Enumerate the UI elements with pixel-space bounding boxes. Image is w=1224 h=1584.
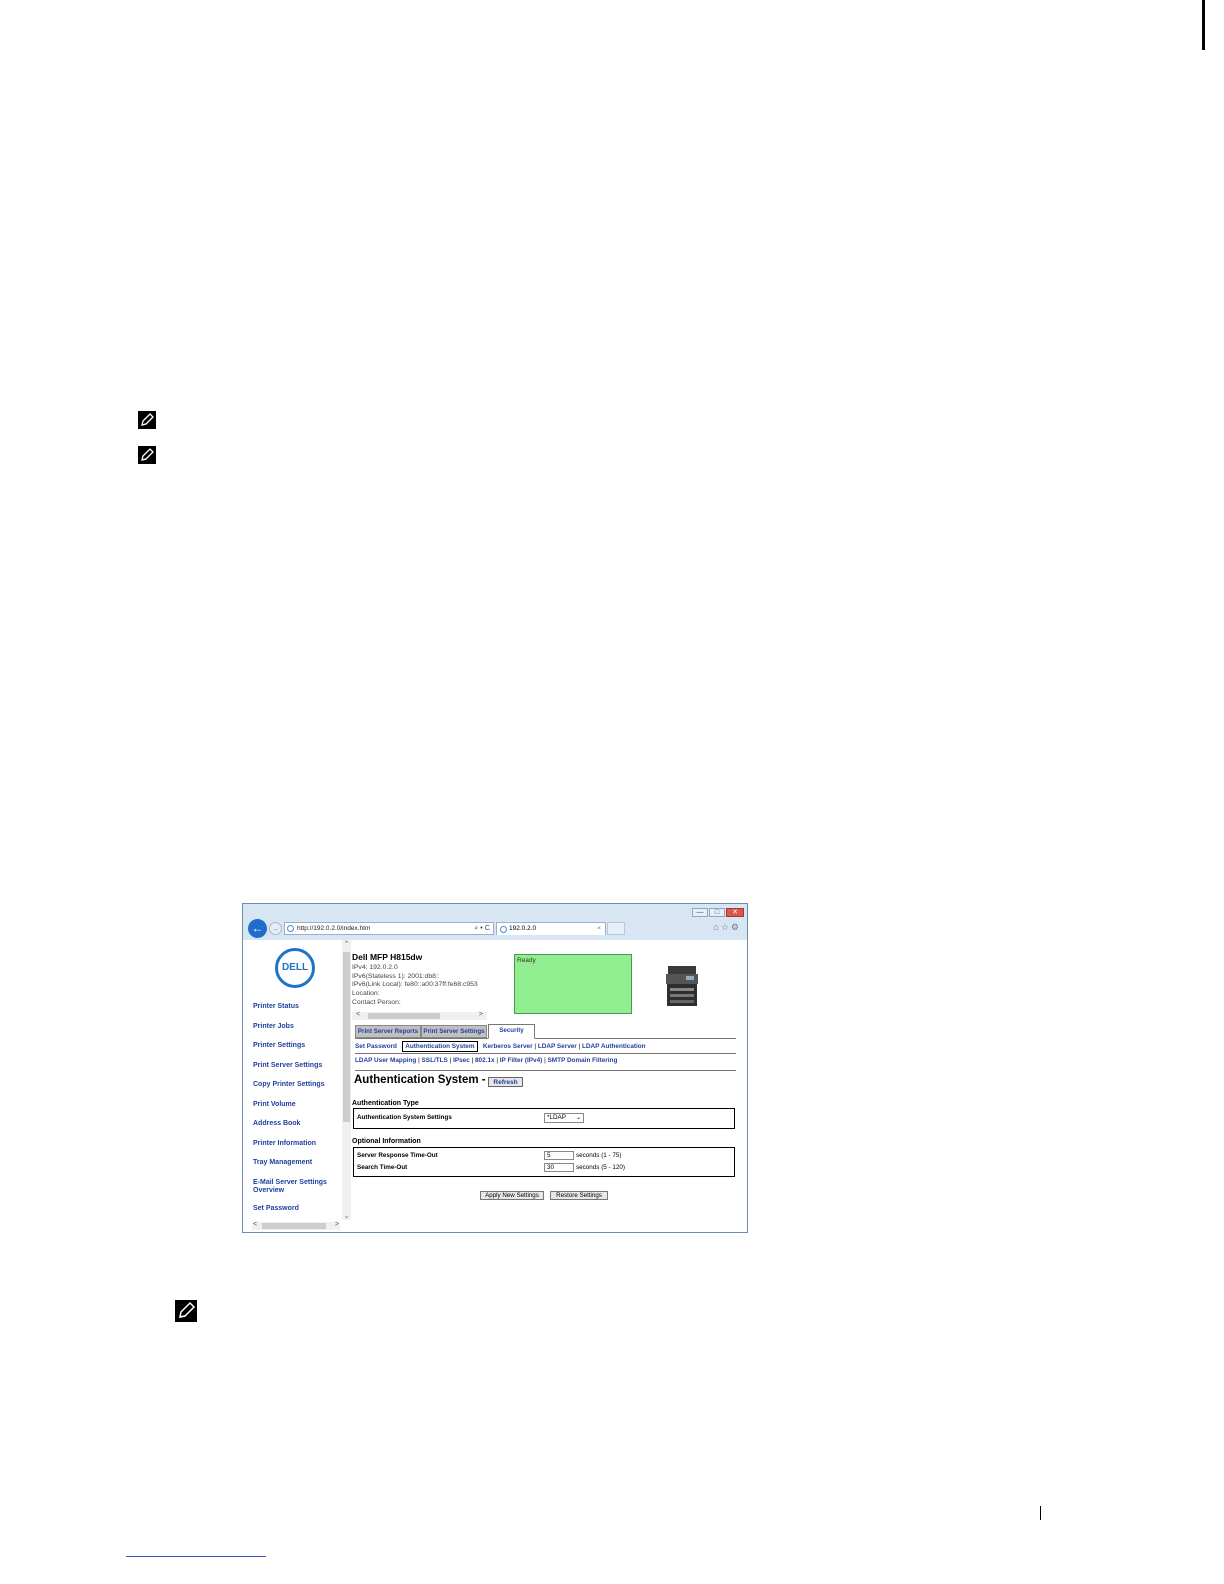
auth-type-box: Authentication System Settings *LDAP ⌄ [353, 1108, 735, 1129]
nav-item-copy-printer-settings[interactable]: Copy Printer Settings [253, 1081, 343, 1089]
chevron-left-icon[interactable]: < [356, 1011, 360, 1018]
nav-vertical-scrollbar[interactable]: ⌃ ⌄ [342, 940, 351, 1220]
link-802-1x[interactable]: 802.1x [475, 1057, 495, 1064]
tab-close-icon[interactable]: × [597, 923, 601, 935]
chevron-right-icon[interactable]: > [335, 1221, 339, 1228]
security-links-row-1: Set Password Authentication System Kerbe… [355, 1041, 646, 1052]
nav-item-printer-jobs[interactable]: Printer Jobs [253, 1023, 343, 1031]
nav-list: Printer Status Printer Jobs Printer Sett… [253, 1003, 343, 1224]
nav-horizontal-scrollbar[interactable]: < > [252, 1221, 340, 1230]
auth-system-select[interactable]: *LDAP ⌄ [544, 1113, 584, 1123]
link-ipsec[interactable]: IPsec [453, 1057, 470, 1064]
nav-item-set-password[interactable]: Set Password [253, 1205, 343, 1213]
address-url: http://192.0.2.0/index.htm [297, 925, 371, 932]
tab-security[interactable]: Security [488, 1024, 535, 1039]
ipv6-link-local-address: IPv6(Link Local): fe80::a00:37ff:fe68:c9… [352, 981, 478, 989]
settings-tabs: Print Server Reports Print Server Settin… [355, 1024, 736, 1039]
auth-system-value: *LDAP [547, 1114, 566, 1121]
back-arrow-icon[interactable]: ← [248, 919, 267, 938]
browser-tab[interactable]: 192.0.2.0 × [496, 922, 606, 935]
forward-arrow-icon[interactable]: → [269, 922, 282, 935]
ipv6-stateless-address: IPv6(Stateless 1): 2001:db8:: [352, 972, 440, 980]
left-navigation: DELL Printer Status Printer Jobs Printer… [243, 940, 351, 1232]
server-timeout-label: Server Response Time-Out [357, 1152, 438, 1159]
link-ldap-authentication[interactable]: LDAP Authentication [582, 1043, 646, 1050]
refresh-button[interactable]: Refresh [488, 1077, 523, 1087]
browser-titlebar: — □ ✕ ← → http://192.0.2.0/index.htm ⌕ ▾… [243, 904, 747, 940]
link-smtp-domain-filtering[interactable]: SMTP Domain Filtering [548, 1057, 618, 1064]
nav-item-tray-management[interactable]: Tray Management [253, 1159, 343, 1167]
nav-item-address-book[interactable]: Address Book [253, 1120, 343, 1128]
tab-label: 192.0.2.0 [509, 925, 537, 932]
chevron-left-icon[interactable]: < [253, 1221, 257, 1228]
divider [355, 1070, 736, 1071]
tab-print-server-settings[interactable]: Print Server Settings [421, 1025, 487, 1038]
note-pencil-icon [175, 1300, 197, 1322]
search-timeout-input[interactable]: 30 [544, 1163, 574, 1172]
browser-screenshot: — □ ✕ ← → http://192.0.2.0/index.htm ⌕ ▾… [242, 903, 748, 1233]
minimize-button[interactable]: — [692, 908, 708, 917]
server-timeout-input[interactable]: 5 [544, 1151, 574, 1160]
chevron-up-icon[interactable]: ⌃ [342, 940, 351, 948]
note-pencil-icon [138, 411, 156, 429]
top-right-edge-bar [1202, 0, 1205, 50]
restore-settings-button[interactable]: Restore Settings [550, 1191, 608, 1200]
address-bar[interactable]: http://192.0.2.0/index.htm ⌕ ▾ C [284, 922, 494, 935]
auth-settings-label: Authentication System Settings [357, 1114, 452, 1121]
ie-page-icon [287, 925, 294, 932]
link-ip-filter-ipv4[interactable]: IP Filter (IPv4) [500, 1057, 543, 1064]
apply-new-settings-button[interactable]: Apply New Settings [480, 1191, 544, 1200]
link-authentication-system[interactable]: Authentication System [402, 1041, 478, 1052]
close-window-button[interactable]: ✕ [726, 908, 744, 917]
search-timeout-unit: seconds (5 - 120) [576, 1164, 626, 1171]
nav-item-printer-status[interactable]: Printer Status [253, 1003, 343, 1011]
device-contact: Contact Person: [352, 998, 401, 1006]
ie-page-icon [500, 926, 507, 933]
page-number-divider [1040, 1506, 1041, 1520]
chevron-down-icon[interactable]: ⌄ [342, 1212, 351, 1220]
link-ldap-user-mapping[interactable]: LDAP User Mapping [355, 1057, 416, 1064]
optional-info-title: Optional Information [352, 1138, 421, 1145]
main-content: Dell MFP H815dw IPv4: 192.0.2.0 IPv6(Sta… [352, 940, 747, 1232]
device-name: Dell MFP H815dw [352, 952, 423, 962]
device-location: Location: [352, 990, 380, 998]
chevron-right-icon[interactable]: > [479, 1011, 483, 1018]
info-horizontal-scrollbar[interactable]: < > [352, 1011, 487, 1020]
note-pencil-icon [138, 446, 156, 464]
dell-logo: DELL [275, 948, 315, 988]
nav-item-print-server-settings[interactable]: Print Server Settings [253, 1062, 343, 1070]
nav-item-print-volume[interactable]: Print Volume [253, 1101, 343, 1109]
link-ssl-tls[interactable]: SSL/TLS [422, 1057, 448, 1064]
server-timeout-unit: seconds (1 - 75) [576, 1152, 622, 1159]
scroll-thumb[interactable] [343, 952, 350, 1122]
security-links-row-2: LDAP User Mapping | SSL/TLS | IPsec | 80… [355, 1057, 618, 1064]
nav-item-printer-information[interactable]: Printer Information [253, 1140, 343, 1148]
nav-item-printer-settings[interactable]: Printer Settings [253, 1042, 343, 1050]
optional-info-box: Server Response Time-Out 5 seconds (1 - … [353, 1147, 735, 1177]
page-title: Authentication System - [354, 1074, 486, 1086]
link-kerberos-server[interactable]: Kerberos Server [483, 1043, 533, 1050]
link-set-password[interactable]: Set Password [355, 1043, 397, 1050]
device-info: IPv4: 192.0.2.0 IPv6(Stateless 1): 2001:… [352, 964, 478, 1008]
printer-image-icon [664, 964, 700, 1008]
tab-print-server-reports[interactable]: Print Server Reports [355, 1025, 421, 1038]
maximize-button[interactable]: □ [709, 908, 725, 917]
scroll-thumb[interactable] [368, 1013, 440, 1019]
search-timeout-label: Search Time-Out [357, 1164, 408, 1171]
link-ldap-server[interactable]: LDAP Server [538, 1043, 577, 1050]
new-tab-button[interactable] [607, 922, 625, 935]
chevron-down-icon: ⌄ [575, 1115, 581, 1121]
home-star-gear-icons[interactable]: ⌂☆⚙ [713, 922, 741, 933]
footer-link-underline[interactable] [126, 1556, 266, 1557]
divider [355, 1053, 736, 1054]
window-controls: — □ ✕ [692, 908, 744, 917]
auth-type-title: Authentication Type [352, 1100, 419, 1107]
nav-item-email-server-settings[interactable]: E-Mail Server Settings Overview [253, 1179, 343, 1195]
search-refresh-icons[interactable]: ⌕ ▾ C [474, 923, 490, 934]
scroll-thumb[interactable] [262, 1223, 326, 1229]
status-panel: Ready [514, 954, 632, 1014]
ipv4-address: IPv4: 192.0.2.0 [352, 964, 398, 971]
